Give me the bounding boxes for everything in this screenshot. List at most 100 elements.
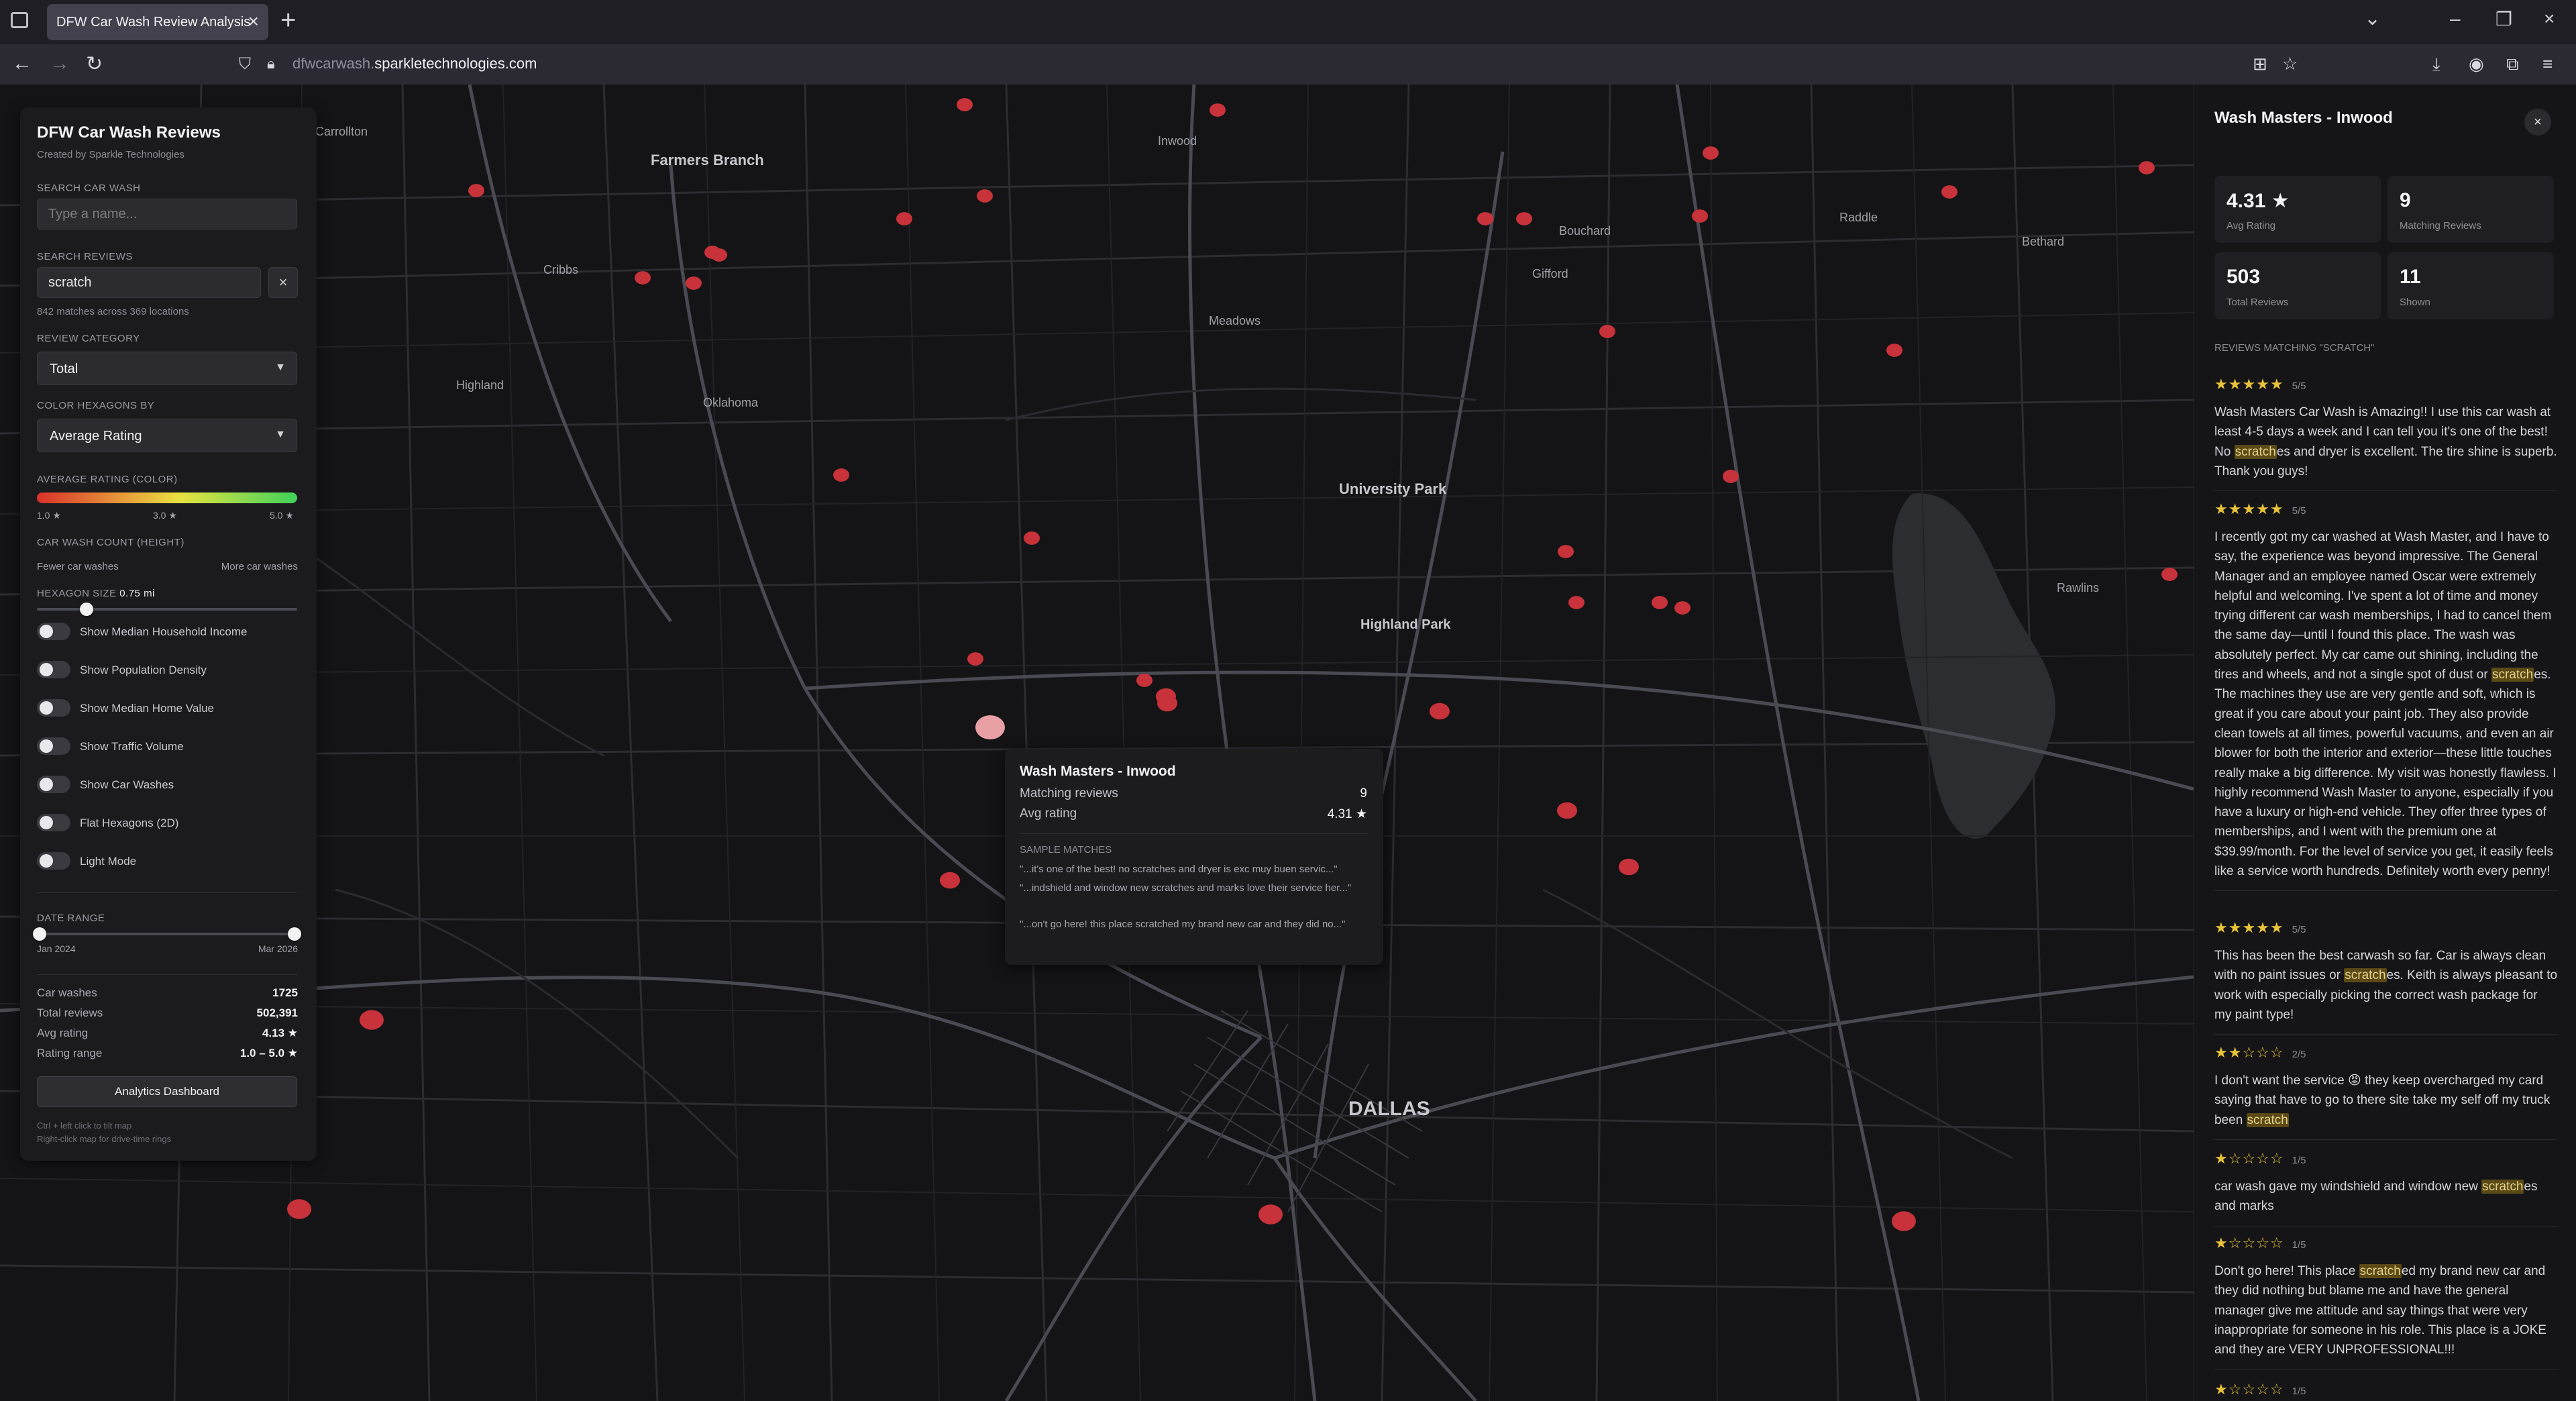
map-canvas[interactable]: Farmers Branch University Park Highland Pa…: [0, 85, 2194, 1401]
hexagon-marker[interactable]: [686, 276, 702, 290]
hexagon-marker[interactable]: [1024, 531, 1040, 545]
tooltip-quote: "...it's one of the best! no scratches a…: [1020, 864, 1338, 875]
reload-icon[interactable]: ↻: [86, 52, 103, 76]
lock-icon[interactable]: 🔒︎: [267, 55, 275, 72]
back-icon[interactable]: ←: [12, 52, 32, 75]
place-label: Inwood: [1158, 134, 1197, 148]
divider: [1020, 833, 1368, 834]
hexagon-marker[interactable]: [1568, 596, 1585, 609]
date-start-handle[interactable]: [33, 927, 46, 941]
reader-view-icon[interactable]: ⊞: [2253, 54, 2267, 74]
hexagon-marker[interactable]: [1886, 344, 1902, 357]
hexagon-marker[interactable]: [833, 468, 849, 482]
color-by-select[interactable]: Average Rating ▼: [37, 419, 297, 452]
date-end-handle[interactable]: [288, 927, 301, 941]
toggle-switch[interactable]: [37, 623, 70, 640]
hexagon-marker[interactable]: [1892, 1211, 1916, 1231]
footer-rings-hint: Right-click map for drive-time rings: [37, 1134, 172, 1144]
hexagon-marker[interactable]: [957, 98, 973, 111]
date-start: Jan 2024: [37, 943, 76, 954]
menu-icon[interactable]: ≡: [2542, 54, 2553, 74]
place-label: Carrollton: [315, 125, 368, 138]
account-icon[interactable]: ◉: [2469, 54, 2484, 74]
toggle-switch[interactable]: [37, 776, 70, 793]
hexagon-marker[interactable]: [635, 271, 651, 284]
restore-icon[interactable]: ❐: [2496, 8, 2512, 30]
url-bar[interactable]: dfwcarwash.sparkletechnologies.com: [292, 55, 537, 72]
star-rating: ★★★★★: [2214, 376, 2284, 393]
stat-value: 1725: [272, 986, 298, 999]
hexagon-marker-selected[interactable]: [975, 715, 1005, 740]
analytics-dashboard-button[interactable]: Analytics Dashboard: [37, 1076, 297, 1107]
hexagon-marker[interactable]: [940, 872, 960, 889]
hexagon-marker[interactable]: [1692, 209, 1708, 223]
hexagon-marker[interactable]: [977, 189, 993, 203]
review-score: 2/5: [2292, 1049, 2306, 1060]
tab-close-icon[interactable]: ×: [248, 11, 259, 32]
toggle-switch[interactable]: [37, 699, 70, 717]
hexagon-marker[interactable]: [1941, 185, 1957, 199]
review-search-input[interactable]: [37, 267, 261, 298]
bookmark-star-icon[interactable]: ☆: [2282, 54, 2298, 74]
chevron-down-icon: ▼: [275, 429, 286, 440]
toggle-switch[interactable]: [37, 737, 70, 755]
review-category-select[interactable]: Total ▼: [37, 352, 297, 385]
hexagon-marker[interactable]: [1477, 212, 1493, 225]
hexagon-marker[interactable]: [1136, 674, 1152, 687]
highlight-match: scratch: [2491, 668, 2534, 682]
hexagon-marker[interactable]: [1703, 146, 1719, 160]
hex-size-slider[interactable]: [37, 603, 297, 616]
hex-size-slider-handle[interactable]: [79, 603, 93, 616]
hexagon-marker[interactable]: [1599, 325, 1615, 338]
extensions-icon[interactable]: ⧉: [2506, 54, 2519, 75]
hexagon-marker[interactable]: [1258, 1204, 1283, 1225]
new-tab-icon[interactable]: +: [280, 5, 296, 36]
hexagon-marker[interactable]: [1619, 858, 1639, 876]
tab-list-icon[interactable]: [11, 12, 28, 28]
fewer-label: Fewer car washes: [37, 561, 119, 572]
hexagon-marker[interactable]: [1157, 694, 1177, 712]
hexagon-marker[interactable]: [1558, 545, 1574, 558]
toggle-switch[interactable]: [37, 661, 70, 678]
hexagon-marker[interactable]: [287, 1199, 311, 1219]
stat-card-avg-rating: 4.31 ★ Avg Rating: [2214, 176, 2381, 243]
control-panel: DFW Car Wash Reviews Created by Sparkle …: [20, 107, 317, 1161]
car-wash-search-input[interactable]: [37, 199, 297, 229]
hexagon-marker[interactable]: [1674, 601, 1690, 615]
hexagon-marker[interactable]: [711, 248, 727, 262]
tooltip-title: Wash Masters - Inwood: [1020, 764, 1176, 779]
hexagon-marker[interactable]: [896, 212, 912, 225]
star-rating: ★☆☆☆☆: [2214, 1150, 2284, 1167]
stat-card-value: 9: [2400, 189, 2411, 211]
review-score: 5/5: [2292, 505, 2306, 517]
toggle-switch[interactable]: [37, 814, 70, 831]
shield-icon[interactable]: ⛉: [239, 55, 251, 74]
browser-tab[interactable]: DFW Car Wash Review Analysis ×: [47, 4, 268, 40]
hexagon-marker[interactable]: [1430, 703, 1450, 720]
star-rating: ★★★★★: [2214, 919, 2284, 936]
hexagon-marker[interactable]: [967, 652, 983, 666]
hexagon-marker[interactable]: [1210, 103, 1226, 117]
close-detail-button[interactable]: ×: [2524, 109, 2551, 136]
tick-high: 5.0 ★: [270, 510, 294, 521]
hexagon-marker[interactable]: [360, 1010, 384, 1030]
review-stars: ★★★★★ 5/5: [2214, 376, 2558, 393]
chevron-down-icon[interactable]: ⌄: [2364, 7, 2381, 30]
download-icon[interactable]: ⤓: [2432, 54, 2440, 75]
hexagon-marker[interactable]: [1723, 470, 1739, 483]
review-score: 1/5: [2292, 1239, 2306, 1251]
stat-value: 1.0 – 5.0 ★: [239, 1047, 298, 1059]
hexagon-marker[interactable]: [1557, 802, 1577, 819]
date-range-slider[interactable]: [33, 927, 301, 941]
toggle-switch[interactable]: [37, 852, 70, 870]
hexagon-marker[interactable]: [468, 184, 484, 197]
hexagon-marker[interactable]: [1652, 596, 1668, 609]
hexagon-marker[interactable]: [2139, 161, 2155, 174]
hexagon-marker[interactable]: [2161, 568, 2178, 581]
window-close-icon[interactable]: ×: [2544, 8, 2555, 30]
clear-search-button[interactable]: ×: [268, 267, 298, 298]
hexagon-layer: [287, 98, 2178, 1231]
forward-icon[interactable]: →: [50, 52, 70, 75]
hexagon-marker[interactable]: [1516, 212, 1532, 225]
minimize-icon[interactable]: –: [2450, 8, 2461, 30]
